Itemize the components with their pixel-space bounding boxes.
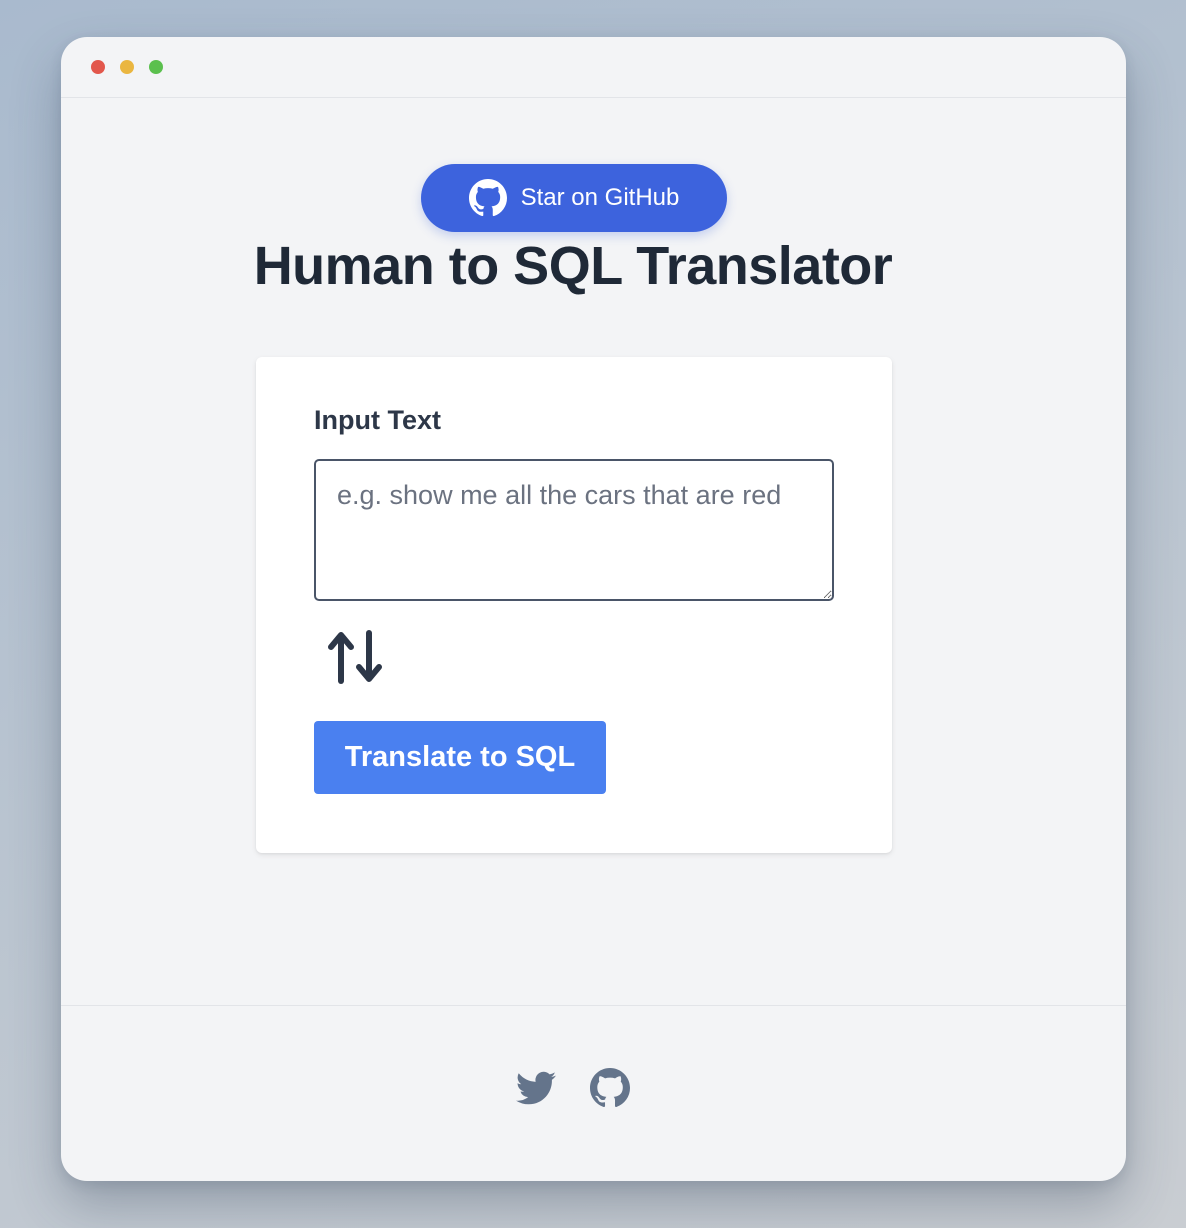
translate-to-sql-button[interactable]: Translate to SQL	[314, 721, 606, 794]
star-on-github-button[interactable]: Star on GitHub	[421, 164, 727, 232]
input-text-field[interactable]	[314, 459, 834, 601]
page-title: Human to SQL Translator	[253, 236, 893, 296]
github-icon[interactable]	[590, 1068, 630, 1108]
twitter-icon[interactable]	[516, 1068, 556, 1108]
browser-window: Star on GitHub Human to SQL Translator I…	[61, 37, 1126, 1181]
github-icon	[468, 179, 507, 217]
swap-arrows-icon[interactable]	[326, 627, 386, 687]
translator-card: Input Text Translate to SQL	[256, 357, 892, 853]
footer	[61, 1005, 1126, 1181]
window-titlebar	[61, 37, 1126, 98]
star-on-github-label: Star on GitHub	[520, 184, 680, 211]
close-window-button[interactable]	[91, 60, 105, 74]
maximize-window-button[interactable]	[149, 60, 163, 74]
input-text-label: Input Text	[314, 405, 441, 435]
minimize-window-button[interactable]	[120, 60, 134, 74]
